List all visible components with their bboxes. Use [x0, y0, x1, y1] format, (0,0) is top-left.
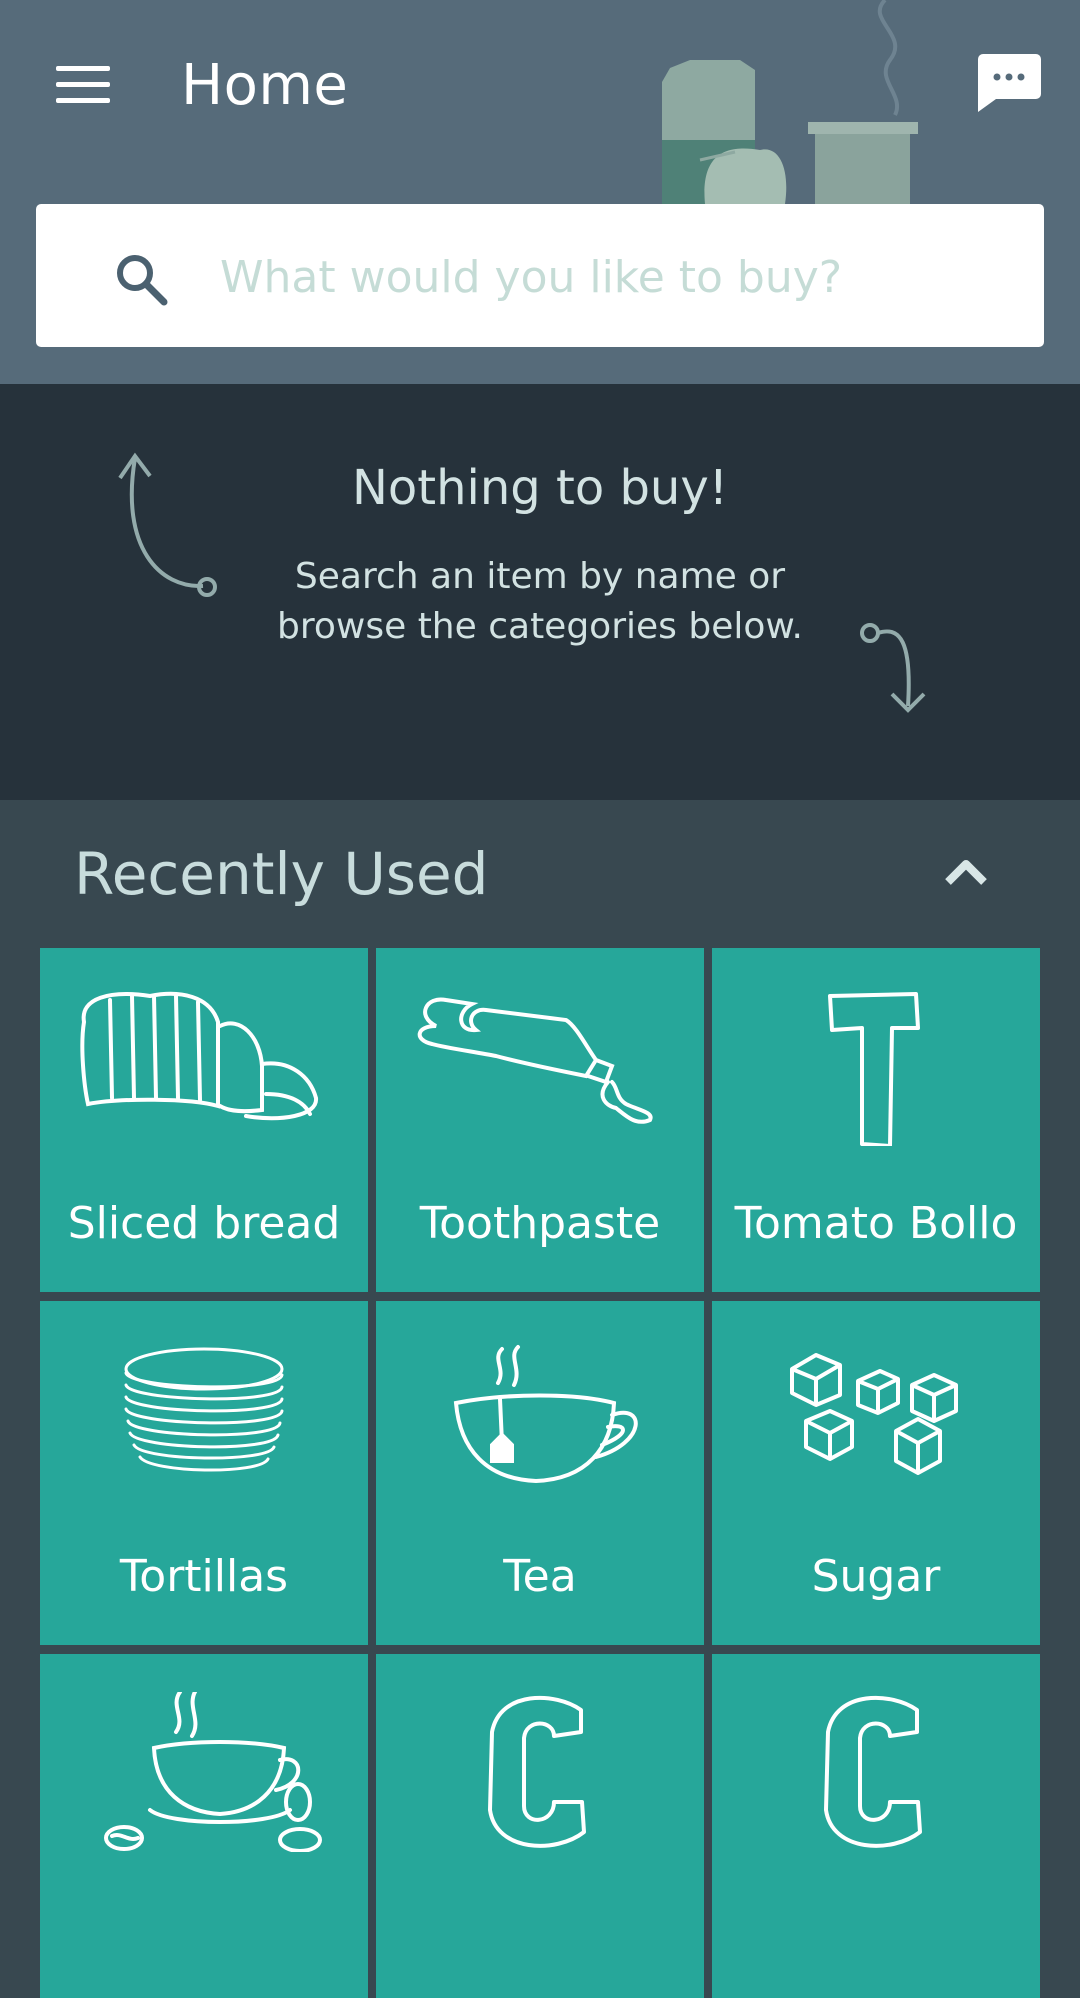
- menu-button[interactable]: [44, 52, 124, 116]
- app-header: Home: [0, 0, 1080, 384]
- letter-c-icon: [824, 1695, 922, 1848]
- item-label: Sugar: [811, 1551, 941, 1602]
- sugar-cubes-icon: [790, 1353, 958, 1475]
- item-tile-tortillas[interactable]: Tortillas: [40, 1301, 368, 1645]
- item-label: Toothpaste: [419, 1198, 661, 1249]
- tea-cup-icon: [453, 1345, 638, 1484]
- item-tile-toothpaste[interactable]: Toothpaste: [376, 948, 704, 1292]
- coffee-cup-icon: [104, 1692, 322, 1852]
- item-tile-sliced-bread[interactable]: Sliced bread: [40, 948, 368, 1292]
- item-tile-sugar[interactable]: Sugar: [712, 1301, 1040, 1645]
- item-label: Tortillas: [119, 1551, 289, 1602]
- bread-icon: [80, 991, 318, 1121]
- page-title: Home: [181, 53, 349, 118]
- chat-bubble-icon[interactable]: [970, 50, 1044, 120]
- letter-t-icon: [828, 992, 920, 1146]
- toothpaste-icon: [417, 997, 653, 1124]
- hamburger-menu-icon: [56, 66, 110, 71]
- item-tile-tea[interactable]: Tea: [376, 1301, 704, 1645]
- search-icon: [117, 255, 168, 306]
- section-title-recently-used: Recently Used: [74, 840, 489, 908]
- curved-arrow-down-icon: [860, 623, 926, 713]
- item-label: Tea: [503, 1551, 577, 1602]
- item-label: Tomato Bollo: [734, 1198, 1018, 1249]
- item-tile-coffee[interactable]: [40, 1654, 368, 1998]
- empty-state-title: Nothing to buy!: [352, 460, 728, 516]
- recently-used-grid: Sliced bread Toothpaste Tomato Bollo Tor…: [40, 948, 1040, 1998]
- item-tile-tomato-bollo[interactable]: Tomato Bollo: [712, 948, 1040, 1292]
- groceries-illustration: [662, 0, 918, 204]
- search-input[interactable]: [218, 236, 1002, 318]
- letter-c-icon: [488, 1695, 586, 1848]
- chevron-up-icon[interactable]: [936, 844, 996, 900]
- tortillas-icon: [124, 1347, 284, 1472]
- item-label: Sliced bread: [67, 1198, 341, 1249]
- item-tile-c-1[interactable]: [376, 1654, 704, 1998]
- search-bar[interactable]: [36, 204, 1044, 347]
- empty-state-subtitle-line1: Search an item by name or: [294, 556, 786, 597]
- empty-state-panel: Nothing to buy! Search an item by name o…: [0, 384, 1080, 800]
- item-tile-c-2[interactable]: [712, 1654, 1040, 1998]
